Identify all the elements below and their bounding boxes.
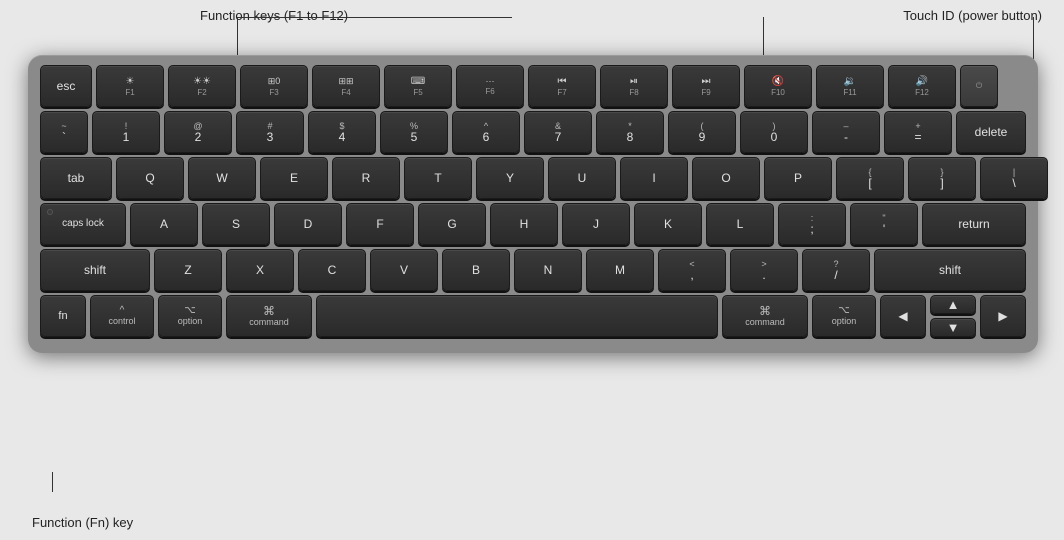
key-w[interactable]: W: [188, 157, 256, 199]
key-u[interactable]: U: [548, 157, 616, 199]
key-9[interactable]: ( 9: [668, 111, 736, 153]
key-v[interactable]: V: [370, 249, 438, 291]
key-shift-left[interactable]: shift: [40, 249, 150, 291]
key-period[interactable]: > .: [730, 249, 798, 291]
key-control[interactable]: ^ control: [90, 295, 154, 337]
key-arrow-down[interactable]: ▼: [930, 318, 976, 337]
key-c[interactable]: C: [298, 249, 366, 291]
key-f9[interactable]: ⏭ F9: [672, 65, 740, 107]
key-command-left[interactable]: ⌘ command: [226, 295, 312, 337]
key-equals[interactable]: + =: [884, 111, 952, 153]
key-f2[interactable]: ☀☀ F2: [168, 65, 236, 107]
key-caps-lock[interactable]: caps lock: [40, 203, 126, 245]
key-a[interactable]: A: [130, 203, 198, 245]
key-4[interactable]: $ 4: [308, 111, 376, 153]
key-h[interactable]: H: [490, 203, 558, 245]
fn-key-annotation: Function (Fn) key: [32, 515, 133, 530]
qwerty-row: tab Q W E R T Y U I O P { [ } ] | \: [40, 157, 1026, 199]
number-row: ~ ` ! 1 @ 2 # 3 $ 4 % 5 ^ 6 & 7: [40, 111, 1026, 153]
asdf-row: caps lock A S D F G H J K L : ; " ' retu…: [40, 203, 1026, 245]
key-shift-right[interactable]: shift: [874, 249, 1026, 291]
key-d[interactable]: D: [274, 203, 342, 245]
key-l[interactable]: L: [706, 203, 774, 245]
key-k[interactable]: K: [634, 203, 702, 245]
key-z[interactable]: Z: [154, 249, 222, 291]
key-f12[interactable]: 🔊 F12: [888, 65, 956, 107]
key-0[interactable]: ) 0: [740, 111, 808, 153]
key-j[interactable]: J: [562, 203, 630, 245]
key-e[interactable]: E: [260, 157, 328, 199]
key-1[interactable]: ! 1: [92, 111, 160, 153]
key-f11[interactable]: 🔉 F11: [816, 65, 884, 107]
key-s[interactable]: S: [202, 203, 270, 245]
touch-id-annotation: Touch ID (power button): [903, 8, 1042, 23]
key-5[interactable]: % 5: [380, 111, 448, 153]
key-tab[interactable]: tab: [40, 157, 112, 199]
key-f6[interactable]: ··· F6: [456, 65, 524, 107]
key-x[interactable]: X: [226, 249, 294, 291]
function-keys-annotation: Function keys (F1 to F12): [200, 8, 348, 23]
leader-line-fn-key: [52, 472, 53, 492]
key-return[interactable]: return: [922, 203, 1026, 245]
key-fn[interactable]: fn: [40, 295, 86, 337]
key-comma[interactable]: < ,: [658, 249, 726, 291]
key-backslash[interactable]: | \: [980, 157, 1048, 199]
key-semicolon[interactable]: : ;: [778, 203, 846, 245]
function-key-row: esc ☀ F1 ☀☀ F2 ⊞0 F3 ⊞⊞ F4: [40, 65, 1026, 107]
key-n[interactable]: N: [514, 249, 582, 291]
key-space[interactable]: [316, 295, 718, 337]
key-f4[interactable]: ⊞⊞ F4: [312, 65, 380, 107]
key-b[interactable]: B: [442, 249, 510, 291]
bottom-row: fn ^ control ⌥ option ⌘ command ⌘ comman…: [40, 295, 1026, 337]
key-quote[interactable]: " ': [850, 203, 918, 245]
key-open-bracket[interactable]: { [: [836, 157, 904, 199]
key-arrow-right[interactable]: ▶: [980, 295, 1026, 337]
key-minus[interactable]: – -: [812, 111, 880, 153]
key-f5[interactable]: ⌨ F5: [384, 65, 452, 107]
key-f3[interactable]: ⊞0 F3: [240, 65, 308, 107]
key-arrow-up[interactable]: ▲: [930, 295, 976, 314]
key-g[interactable]: G: [418, 203, 486, 245]
key-6[interactable]: ^ 6: [452, 111, 520, 153]
key-2[interactable]: @ 2: [164, 111, 232, 153]
key-r[interactable]: R: [332, 157, 400, 199]
key-8[interactable]: * 8: [596, 111, 664, 153]
key-arrow-left[interactable]: ◀: [880, 295, 926, 337]
key-command-right[interactable]: ⌘ command: [722, 295, 808, 337]
key-arrow-up-down-wrap: ▲ ▼: [930, 295, 976, 337]
key-delete[interactable]: delete: [956, 111, 1026, 153]
key-esc[interactable]: esc: [40, 65, 92, 107]
leader-line-fn-top: [237, 17, 512, 18]
key-touch-id[interactable]: ⏻: [960, 65, 998, 107]
key-f1[interactable]: ☀ F1: [96, 65, 164, 107]
key-m[interactable]: M: [586, 249, 654, 291]
key-f10[interactable]: 🔇 F10: [744, 65, 812, 107]
key-y[interactable]: Y: [476, 157, 544, 199]
key-option-left[interactable]: ⌥ option: [158, 295, 222, 337]
key-f8[interactable]: ⏯ F8: [600, 65, 668, 107]
key-slash[interactable]: ? /: [802, 249, 870, 291]
key-7[interactable]: & 7: [524, 111, 592, 153]
key-f[interactable]: F: [346, 203, 414, 245]
key-3[interactable]: # 3: [236, 111, 304, 153]
key-close-bracket[interactable]: } ]: [908, 157, 976, 199]
key-option-right[interactable]: ⌥ option: [812, 295, 876, 337]
key-tilde[interactable]: ~ `: [40, 111, 88, 153]
key-f7[interactable]: ⏮ F7: [528, 65, 596, 107]
key-t[interactable]: T: [404, 157, 472, 199]
zxcv-row: shift Z X C V B N M < , > . ? / shift: [40, 249, 1026, 291]
keyboard: esc ☀ F1 ☀☀ F2 ⊞0 F3 ⊞⊞ F4: [28, 55, 1038, 353]
key-q[interactable]: Q: [116, 157, 184, 199]
key-o[interactable]: O: [692, 157, 760, 199]
key-p[interactable]: P: [764, 157, 832, 199]
key-i[interactable]: I: [620, 157, 688, 199]
